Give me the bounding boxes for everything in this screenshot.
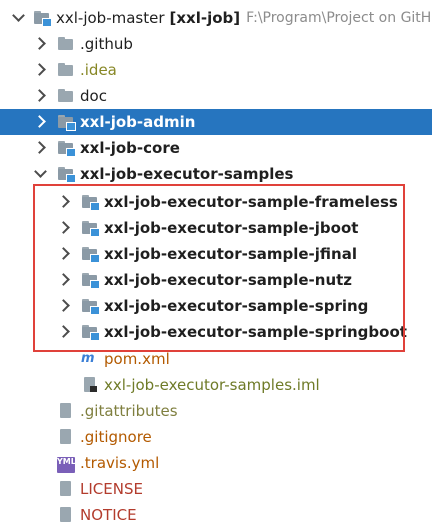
tree-row-xxl-job-admin[interactable]: xxl-job-admin [0, 109, 432, 135]
root-name: xxl-job-master [56, 9, 165, 27]
chevron-right-icon[interactable] [57, 325, 71, 339]
tree-row-sample-spring[interactable]: xxl-job-executor-sample-spring [0, 293, 432, 319]
chevron-right-icon[interactable] [33, 89, 47, 103]
tree-row-travis[interactable]: YML .travis.yml [0, 450, 432, 476]
module-folder-icon [57, 140, 76, 157]
tree-row-sample-springboot[interactable]: xxl-job-executor-sample-springboot [0, 319, 432, 345]
tree-row-sample-jboot[interactable]: xxl-job-executor-sample-jboot [0, 215, 432, 241]
module-folder-icon [81, 298, 100, 315]
module-folder-icon [81, 246, 100, 263]
tree-item-label: xxl-job-executor-samples [80, 165, 294, 183]
tree-row-doc[interactable]: doc [0, 83, 432, 109]
tree-item-label: xxl-job-executor-samples.iml [104, 376, 320, 394]
file-icon [57, 429, 75, 445]
module-folder-icon [81, 220, 100, 237]
chevron-right-icon[interactable] [57, 247, 71, 261]
root-module: [xxl-job] [169, 9, 241, 27]
tree-row-github[interactable]: .github [0, 31, 432, 57]
tree-row-xxl-job-core[interactable]: xxl-job-core [0, 135, 432, 161]
file-icon [57, 403, 75, 419]
tree-item-label: xxl-job-core [80, 139, 180, 157]
tree-item-label: .gitattributes [80, 402, 178, 420]
tree-item-label: .gitignore [80, 428, 152, 446]
tree-row-sample-nutz[interactable]: xxl-job-executor-sample-nutz [0, 267, 432, 293]
tree-item-label: xxl-job-executor-sample-nutz [104, 271, 353, 289]
chevron-down-icon[interactable] [11, 11, 25, 25]
file-icon [57, 481, 75, 497]
tree-item-label: LICENSE [80, 480, 143, 498]
tree-row-sample-frameless[interactable]: xxl-job-executor-sample-frameless [0, 189, 432, 215]
module-folder-icon [57, 166, 76, 183]
tree-item-label: doc [80, 87, 107, 105]
file-icon [57, 507, 75, 523]
tree-row-sample-jfinal[interactable]: xxl-job-executor-sample-jfinal [0, 241, 432, 267]
tree-item-label: NOTICE [80, 506, 137, 524]
chevron-right-icon[interactable] [57, 273, 71, 287]
chevron-right-icon[interactable] [57, 195, 71, 209]
tree-row-iml[interactable]: xxl-job-executor-samples.iml [0, 372, 432, 398]
module-folder-icon [81, 194, 100, 211]
tree-item-label: xxl-job-admin [80, 113, 196, 131]
maven-icon: m [81, 351, 95, 366]
tree-item-label: .idea [80, 61, 117, 79]
chevron-right-icon[interactable] [33, 141, 47, 155]
yml-file-icon: YML [57, 456, 76, 473]
module-folder-icon [81, 272, 100, 289]
module-folder-icon [81, 324, 100, 341]
chevron-down-icon[interactable] [33, 167, 47, 181]
tree-row-root[interactable]: xxl-job-master [xxl-job] F:\Program\Proj… [0, 5, 432, 31]
tree-row-notice[interactable]: NOTICE [0, 502, 432, 528]
tree-row-gitignore[interactable]: .gitignore [0, 424, 432, 450]
module-folder-icon [57, 114, 76, 131]
chevron-right-icon[interactable] [57, 299, 71, 313]
tree-row-gitattributes[interactable]: .gitattributes [0, 398, 432, 424]
tree-item-label: xxl-job-executor-sample-spring [104, 297, 369, 315]
chevron-right-icon[interactable] [33, 115, 47, 129]
tree-row-pom[interactable]: m pom.xml [0, 346, 432, 372]
tree-item-label: xxl-job-executor-sample-jboot [104, 219, 359, 237]
tree-row-license[interactable]: LICENSE [0, 476, 432, 502]
tree-item-label: .travis.yml [80, 454, 160, 472]
tree-item-label: .github [80, 35, 133, 53]
tree-item-label: xxl-job-executor-sample-frameless [104, 193, 398, 211]
module-folder-icon [33, 10, 52, 27]
root-path: F:\Program\Project on GitH [246, 10, 432, 26]
tree-item-label: xxl-job-executor-sample-jfinal [104, 245, 357, 263]
folder-icon [57, 36, 75, 52]
chevron-right-icon[interactable] [33, 63, 47, 77]
tree-item-label: pom.xml [104, 350, 170, 368]
tree-item-label: xxl-job-executor-sample-springboot [104, 323, 407, 341]
chevron-right-icon[interactable] [57, 221, 71, 235]
tree-row-idea[interactable]: .idea [0, 57, 432, 83]
folder-icon [57, 88, 75, 104]
tree-row-executor-samples[interactable]: xxl-job-executor-samples [0, 161, 432, 187]
iml-file-icon [81, 377, 99, 393]
folder-icon [57, 62, 75, 78]
chevron-right-icon[interactable] [33, 37, 47, 51]
